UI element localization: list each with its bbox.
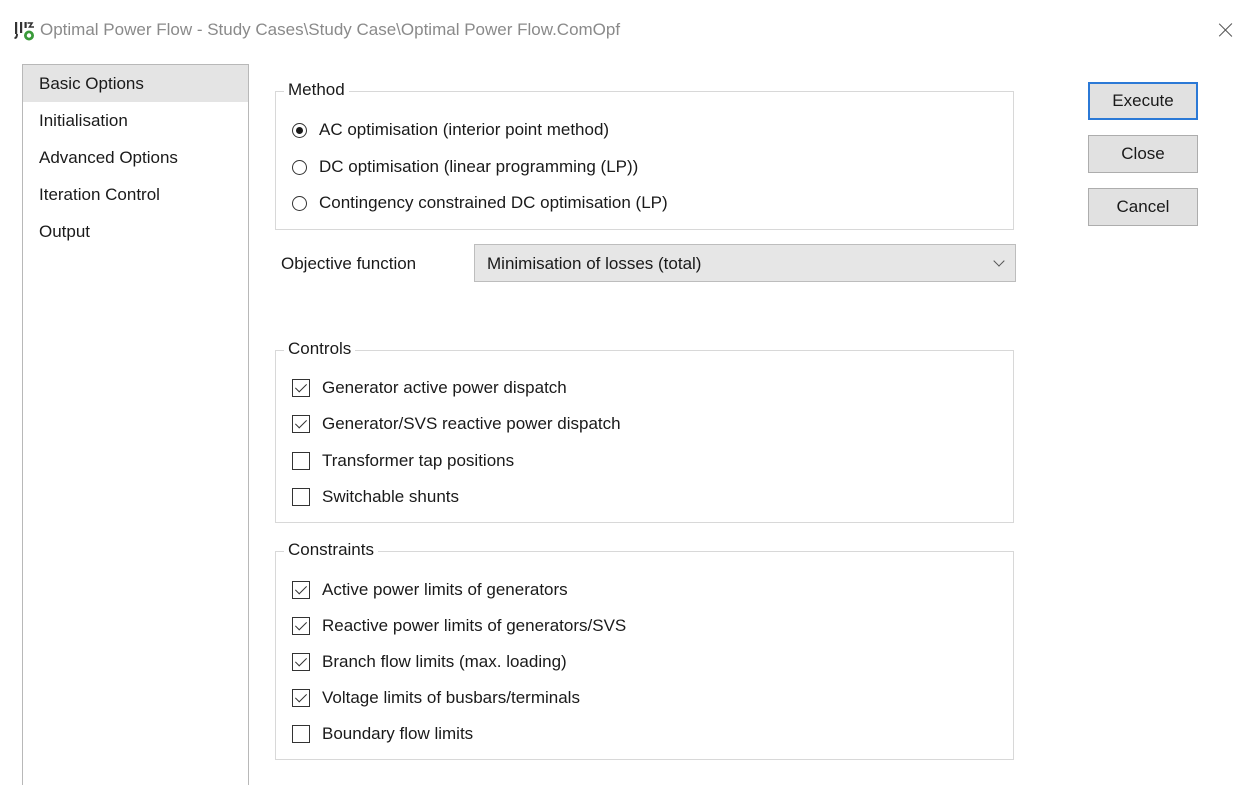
checkbox-label: Voltage limits of busbars/terminals [322, 688, 580, 707]
check-active-power-limits-generators[interactable]: Active power limits of generators [292, 578, 568, 602]
radio-label: Contingency constrained DC optimisation … [319, 193, 668, 212]
check-voltage-limits-busbars[interactable]: Voltage limits of busbars/terminals [292, 686, 580, 710]
method-group: Method AC optimisation (interior point m… [275, 80, 1014, 230]
checkbox[interactable] [292, 617, 310, 635]
checkbox-label: Boundary flow limits [322, 724, 474, 743]
radio-button[interactable] [292, 195, 307, 211]
radio-button[interactable] [292, 122, 307, 138]
check-boundary-flow-limits[interactable]: Boundary flow limits [292, 722, 473, 746]
checkbox[interactable] [292, 415, 310, 433]
checkbox-label: Active power limits of generators [322, 580, 568, 599]
checkbox[interactable] [292, 488, 310, 506]
nav-item-advanced-options[interactable]: Advanced Options [23, 139, 248, 176]
controls-group: Controls Generator active power dispatch… [275, 339, 1014, 523]
powerfactory-app-icon [14, 22, 34, 41]
execute-button[interactable]: Execute [1088, 82, 1198, 120]
check-branch-flow-limits[interactable]: Branch flow limits (max. loading) [292, 650, 567, 674]
constraints-group: Constraints Active power limits of gener… [275, 540, 1014, 760]
checkbox-label: Generator active power dispatch [322, 378, 567, 397]
chevron-down-icon [993, 255, 1005, 267]
check-generator-active-power-dispatch[interactable]: Generator active power dispatch [292, 376, 567, 400]
cancel-button[interactable]: Cancel [1088, 188, 1198, 226]
constraints-group-title: Constraints [284, 540, 378, 560]
controls-group-title: Controls [284, 339, 356, 359]
objective-function-value: Minimisation of losses (total) [487, 254, 702, 273]
close-button[interactable]: Close [1088, 135, 1198, 173]
checkbox-label: Transformer tap positions [322, 451, 515, 470]
checkbox-label: Switchable shunts [322, 487, 460, 506]
nav-item-iteration-control[interactable]: Iteration Control [23, 176, 248, 213]
nav-item-basic-options[interactable]: Basic Options [23, 65, 248, 102]
checkbox[interactable] [292, 725, 310, 743]
checkbox[interactable] [292, 653, 310, 671]
objective-function-select[interactable]: Minimisation of losses (total) [474, 244, 1016, 282]
radio-contingency-dc-optimisation[interactable]: Contingency constrained DC optimisation … [292, 191, 668, 215]
close-icon[interactable] [1216, 20, 1236, 40]
nav-item-initialisation[interactable]: Initialisation [23, 102, 248, 139]
checkbox[interactable] [292, 581, 310, 599]
checkbox-label: Reactive power limits of generators/SVS [322, 616, 627, 635]
options-nav: Basic Options Initialisation Advanced Op… [22, 64, 249, 785]
radio-label: DC optimisation (linear programming (LP)… [319, 157, 639, 176]
objective-function-label: Objective function [281, 254, 417, 273]
window-title: Optimal Power Flow - Study Cases\Study C… [40, 20, 621, 39]
check-generator-svs-reactive-power-dispatch[interactable]: Generator/SVS reactive power dispatch [292, 412, 621, 436]
nav-item-output[interactable]: Output [23, 213, 248, 250]
checkbox[interactable] [292, 379, 310, 397]
checkbox[interactable] [292, 689, 310, 707]
radio-button[interactable] [292, 159, 307, 175]
check-transformer-tap-positions[interactable]: Transformer tap positions [292, 449, 514, 473]
radio-ac-optimisation[interactable]: AC optimisation (interior point method) [292, 118, 609, 142]
checkbox-label: Branch flow limits (max. loading) [322, 652, 567, 671]
check-reactive-power-limits-generators-svs[interactable]: Reactive power limits of generators/SVS [292, 614, 626, 638]
check-switchable-shunts[interactable]: Switchable shunts [292, 485, 459, 509]
checkbox[interactable] [292, 452, 310, 470]
radio-label: AC optimisation (interior point method) [319, 120, 610, 139]
radio-dc-optimisation[interactable]: DC optimisation (linear programming (LP)… [292, 155, 638, 179]
title-bar: Optimal Power Flow - Study Cases\Study C… [0, 0, 1250, 60]
method-group-title: Method [284, 80, 349, 100]
checkbox-label: Generator/SVS reactive power dispatch [322, 414, 621, 433]
